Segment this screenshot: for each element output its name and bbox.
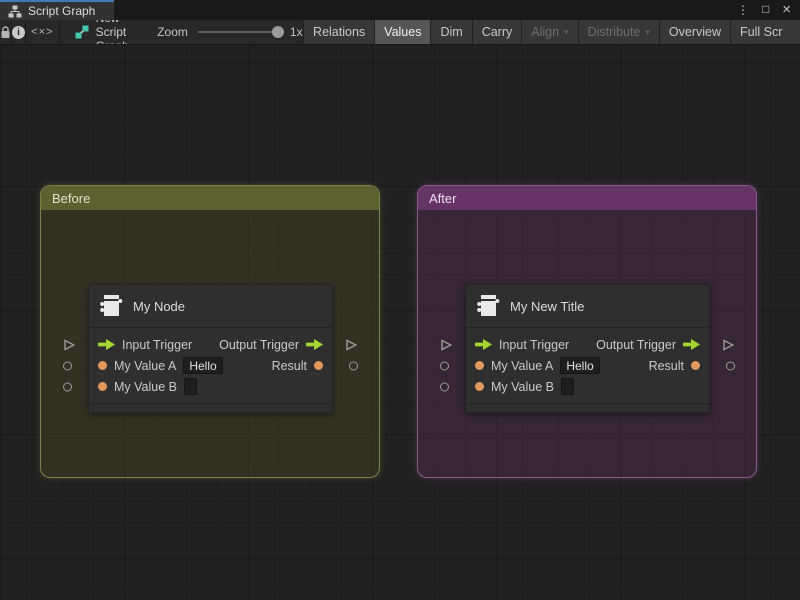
unit-icon bbox=[476, 293, 500, 319]
hierarchy-icon bbox=[8, 5, 22, 18]
graph-canvas[interactable]: Before My Node Input Trigger Output Trig… bbox=[0, 45, 800, 600]
value-a-port-icon[interactable] bbox=[98, 361, 107, 370]
port-row-triggers: Input Trigger Output Trigger bbox=[64, 334, 358, 355]
unit-icon bbox=[99, 293, 123, 319]
toolbar: i <×> New Script Graph Zoom 1x Relations… bbox=[0, 20, 800, 45]
code-icon: <×> bbox=[31, 26, 54, 38]
carry-button[interactable]: Carry bbox=[471, 20, 522, 44]
value-b-label: My Value B bbox=[491, 379, 554, 394]
info-button[interactable]: i bbox=[12, 20, 26, 44]
lock-icon bbox=[0, 25, 11, 39]
maximize-icon[interactable]: □ bbox=[762, 3, 769, 15]
value-b-label: My Value B bbox=[114, 379, 177, 394]
node-body: Input Trigger Output Trigger My Value A … bbox=[63, 328, 358, 403]
dim-button[interactable]: Dim bbox=[430, 20, 472, 44]
external-value-port-icon[interactable] bbox=[440, 361, 449, 370]
script-graph-icon bbox=[75, 25, 89, 39]
port-row-value-a: My Value A Hello Result bbox=[63, 355, 358, 376]
close-icon[interactable]: × bbox=[782, 2, 791, 17]
result-port-icon[interactable] bbox=[691, 361, 700, 370]
node-body: Input Trigger Output Trigger My Value A … bbox=[440, 328, 735, 403]
graph-asset-reference[interactable]: New Script Graph bbox=[75, 20, 130, 44]
overview-button[interactable]: Overview bbox=[658, 20, 730, 44]
tab-script-graph[interactable]: Script Graph bbox=[0, 0, 114, 20]
graph-name-label: New Script Graph bbox=[95, 20, 129, 44]
group-title: Before bbox=[52, 190, 91, 206]
values-button[interactable]: Values bbox=[374, 20, 431, 44]
script-graph-window: Script Graph ⋮ □ × i <×> New Script Grap… bbox=[0, 0, 800, 600]
result-label: Result bbox=[271, 358, 307, 373]
node-footer bbox=[89, 403, 332, 412]
value-b-port-icon[interactable] bbox=[98, 382, 107, 391]
zoom-value: 1x bbox=[289, 25, 303, 39]
value-a-port-icon[interactable] bbox=[475, 361, 484, 370]
group-after[interactable]: After My New Title Input Trigger Output bbox=[417, 185, 757, 478]
zoom-slider[interactable] bbox=[197, 26, 284, 38]
window-controls: ⋮ □ × bbox=[737, 0, 800, 20]
external-value-port-icon[interactable] bbox=[726, 361, 735, 370]
relations-button[interactable]: Relations bbox=[303, 20, 375, 44]
output-trigger-label: Output Trigger bbox=[596, 337, 676, 352]
output-trigger-label: Output Trigger bbox=[219, 337, 299, 352]
port-row-value-b: My Value B bbox=[63, 376, 332, 397]
node-title: My New Title bbox=[510, 298, 585, 314]
node-my-node[interactable]: My Node Input Trigger Output Trigger My … bbox=[63, 284, 358, 413]
port-row-triggers: Input Trigger Output Trigger bbox=[441, 334, 735, 355]
node-footer bbox=[466, 403, 709, 412]
external-flow-port-icon[interactable] bbox=[63, 338, 76, 351]
group-before-header[interactable]: Before bbox=[41, 186, 379, 210]
code-preview-button[interactable]: <×> bbox=[26, 20, 60, 44]
group-after-header[interactable]: After bbox=[418, 186, 756, 210]
tab-bar: Script Graph ⋮ □ × bbox=[0, 0, 800, 20]
align-button[interactable]: Align ▾ bbox=[521, 20, 578, 44]
zoom-slider-knob[interactable] bbox=[271, 26, 284, 38]
zoom-control: Zoom 1x bbox=[157, 20, 302, 44]
zoom-label: Zoom bbox=[157, 25, 188, 39]
chevron-down-icon: ▾ bbox=[645, 26, 650, 37]
input-trigger-label: Input Trigger bbox=[122, 337, 193, 352]
group-before[interactable]: Before My Node Input Trigger Output Trig… bbox=[40, 185, 380, 478]
port-row-value-b: My Value B bbox=[440, 376, 709, 397]
window-menu-icon[interactable]: ⋮ bbox=[737, 4, 749, 16]
distribute-button[interactable]: Distribute ▾ bbox=[577, 20, 659, 44]
info-icon: i bbox=[12, 25, 25, 39]
node-header[interactable]: My Node bbox=[89, 285, 332, 328]
input-trigger-port-icon[interactable] bbox=[98, 339, 115, 350]
external-flow-port-icon[interactable] bbox=[345, 338, 358, 351]
external-value-port-icon[interactable] bbox=[349, 361, 358, 370]
external-value-port-icon[interactable] bbox=[63, 361, 72, 370]
external-value-port-icon[interactable] bbox=[63, 382, 72, 391]
value-b-input[interactable] bbox=[561, 378, 574, 395]
external-flow-port-icon[interactable] bbox=[440, 338, 453, 351]
value-a-input[interactable]: Hello bbox=[183, 357, 223, 374]
node-header[interactable]: My New Title bbox=[466, 285, 709, 328]
chevron-down-icon: ▾ bbox=[564, 26, 569, 37]
value-b-port-icon[interactable] bbox=[475, 382, 484, 391]
group-title: After bbox=[429, 190, 457, 206]
port-row-value-a: My Value A Hello Result bbox=[440, 355, 735, 376]
result-port-icon[interactable] bbox=[314, 361, 323, 370]
tab-label: Script Graph bbox=[28, 4, 96, 18]
external-flow-port-icon[interactable] bbox=[722, 338, 735, 351]
node-title: My Node bbox=[133, 298, 186, 314]
lock-button[interactable] bbox=[0, 20, 12, 44]
external-value-port-icon[interactable] bbox=[440, 382, 449, 391]
full-screen-button[interactable]: Full Scr bbox=[730, 20, 800, 44]
node-my-new-title[interactable]: My New Title Input Trigger Output Trigge… bbox=[440, 284, 735, 413]
value-a-label: My Value A bbox=[491, 358, 554, 373]
input-trigger-port-icon[interactable] bbox=[475, 339, 492, 350]
value-a-label: My Value A bbox=[114, 358, 177, 373]
output-trigger-port-icon[interactable] bbox=[306, 339, 323, 350]
value-b-input[interactable] bbox=[184, 378, 197, 395]
input-trigger-label: Input Trigger bbox=[499, 337, 570, 352]
result-label: Result bbox=[648, 358, 684, 373]
value-a-input[interactable]: Hello bbox=[560, 357, 600, 374]
output-trigger-port-icon[interactable] bbox=[683, 339, 700, 350]
